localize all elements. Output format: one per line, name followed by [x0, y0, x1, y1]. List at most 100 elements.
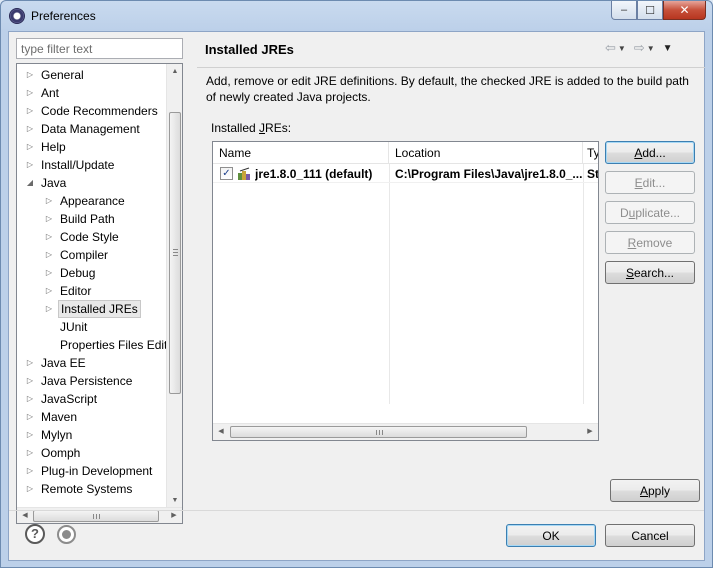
tree-expander-icon[interactable]: ◢	[25, 174, 35, 192]
tree-expander-icon[interactable]: ▷	[25, 426, 35, 444]
tree-expander-icon[interactable]: ▷	[25, 102, 35, 120]
preference-tree[interactable]: ▷ General ▷ Ant ▷ Code Recommenders ▷ Data Mana…	[16, 63, 183, 524]
tree-item[interactable]: ▷ Installed JREs	[17, 300, 168, 318]
search-jre-button[interactable]: Search...	[605, 261, 695, 284]
tree-expander-icon[interactable]: ▷	[25, 354, 35, 372]
tree-item[interactable]: ▷ Maven	[17, 408, 168, 426]
tree-item-label: Data Management	[41, 122, 140, 136]
tree-item[interactable]: ▷ JavaScript	[17, 390, 168, 408]
close-button[interactable]: ✕	[663, 1, 706, 20]
page-navigation: ⇦ ▼ ⇨ ▼ ▼	[605, 40, 673, 56]
tree-vertical-scroll-thumb[interactable]	[169, 112, 181, 394]
column-header-location[interactable]: Location	[389, 142, 583, 164]
tree-item[interactable]: ▷ Install/Update	[17, 156, 168, 174]
apply-button[interactable]: Apply	[610, 479, 700, 502]
tree-item[interactable]: ▷ Data Management	[17, 120, 168, 138]
tree-expander-icon[interactable]: ▷	[25, 462, 35, 480]
tree-item[interactable]: ▷ Build Path	[17, 210, 168, 228]
duplicate-jre-button[interactable]: Duplicate...	[605, 201, 695, 224]
tree-expander-icon[interactable]: ▷	[44, 210, 54, 228]
tree-item-label: Compiler	[60, 248, 109, 262]
tree-item[interactable]: ▷ Compiler	[17, 246, 168, 264]
forward-arrow-icon[interactable]: ⇨	[634, 40, 645, 56]
tree-item-label: General	[41, 68, 84, 82]
cancel-button[interactable]: Cancel	[605, 524, 695, 547]
view-menu-icon[interactable]: ▼	[663, 43, 673, 54]
grip-line	[376, 430, 377, 435]
tree-item-label: Appearance	[60, 194, 125, 208]
back-arrow-icon[interactable]: ⇦	[605, 40, 616, 56]
tree-item[interactable]: ▷ Code Recommenders	[17, 102, 168, 120]
tree-item[interactable]: Properties Files Editor	[17, 336, 168, 354]
edit-jre-button-label-post: dit...	[642, 176, 666, 190]
tree-item[interactable]: ▷ Oomph	[17, 444, 168, 462]
duplicate-jre-button-label-post: plicate...	[635, 206, 681, 220]
add-jre-button[interactable]: Add...	[605, 141, 695, 164]
tree-expander-icon[interactable]: ▷	[44, 246, 54, 264]
tree-item-label: Editor	[60, 284, 92, 298]
tree-expander-icon[interactable]: ▷	[44, 282, 54, 300]
tree-horizontal-scroll-thumb[interactable]	[33, 510, 159, 522]
tree-expander-icon[interactable]: ▷	[25, 444, 35, 462]
window-title: Preferences	[31, 9, 96, 23]
column-header-type[interactable]: Ty	[583, 142, 598, 164]
back-history-dropdown-icon[interactable]: ▼	[618, 44, 626, 53]
remove-jre-button[interactable]: Remove	[605, 231, 695, 254]
tree-item[interactable]: ▷ Plug-in Development	[17, 462, 168, 480]
column-gridline	[389, 164, 390, 404]
tree-expander-icon[interactable]: ▷	[44, 192, 54, 210]
tree-item-label: Installed JREs	[58, 300, 141, 318]
tree-expander-icon[interactable]: ▷	[44, 264, 54, 282]
tree-expander-icon[interactable]: ▷	[44, 300, 54, 318]
edit-jre-button[interactable]: Edit...	[605, 171, 695, 194]
tree-item[interactable]: ▷ Remote Systems	[17, 480, 168, 498]
record-icon[interactable]	[57, 525, 76, 544]
scroll-right-icon[interactable]: ▶	[582, 424, 598, 440]
minimize-button[interactable]: –	[611, 1, 637, 20]
tree-expander-icon[interactable]: ▷	[25, 138, 35, 156]
tree-item[interactable]: ▷ Ant	[17, 84, 168, 102]
tree-item-label: Properties Files Editor	[60, 338, 168, 352]
tree-expander-icon[interactable]: ▷	[25, 480, 35, 498]
tree-vertical-scrollbar[interactable]: ▲ ▼	[166, 64, 182, 509]
installed-jres-table[interactable]: Name Location Ty ✓ jre1.8.0_111 (default…	[212, 141, 599, 441]
grip-line	[173, 249, 178, 250]
tree-expander-icon[interactable]: ▷	[44, 228, 54, 246]
tree-item[interactable]: ▷ General	[17, 66, 168, 84]
pane-splitter[interactable]	[187, 32, 190, 527]
tree-item[interactable]: ▷ Code Style	[17, 228, 168, 246]
ok-button[interactable]: OK	[506, 524, 596, 547]
tree-expander-icon[interactable]: ▷	[25, 156, 35, 174]
tree-expander-icon[interactable]	[44, 318, 54, 336]
scroll-left-icon[interactable]: ◀	[213, 424, 229, 440]
tree-item[interactable]: ▷ Mylyn	[17, 426, 168, 444]
tree-expander-icon[interactable]: ▷	[25, 390, 35, 408]
tree-item[interactable]: JUnit	[17, 318, 168, 336]
tree-expander-icon[interactable]: ▷	[25, 372, 35, 390]
tree-expander-icon[interactable]: ▷	[25, 120, 35, 138]
forward-history-dropdown-icon[interactable]: ▼	[647, 44, 655, 53]
tree-expander-icon[interactable]: ▷	[25, 84, 35, 102]
grip-line	[93, 514, 94, 519]
maximize-button[interactable]: ☐	[637, 1, 663, 20]
tree-item[interactable]: ▷ Java EE	[17, 354, 168, 372]
table-horizontal-scrollbar[interactable]: ◀ ▶	[213, 423, 598, 440]
tree-item[interactable]: ▷ Java Persistence	[17, 372, 168, 390]
tree-item[interactable]: ▷ Appearance	[17, 192, 168, 210]
tree-item[interactable]: ◢ Java	[17, 174, 168, 192]
column-header-name[interactable]: Name	[213, 142, 389, 164]
tree-item[interactable]: ▷ Help	[17, 138, 168, 156]
table-horizontal-scroll-thumb[interactable]	[230, 426, 527, 438]
tree-expander-icon[interactable]: ▷	[25, 408, 35, 426]
scroll-up-icon[interactable]: ▲	[167, 64, 182, 80]
jre-default-checkbox[interactable]: ✓	[220, 167, 233, 180]
tree-expander-icon[interactable]	[44, 336, 54, 354]
jre-name-cell: jre1.8.0_111 (default)	[255, 167, 373, 181]
filter-input[interactable]	[16, 38, 183, 59]
tree-item[interactable]: ▷ Debug	[17, 264, 168, 282]
help-icon[interactable]: ?	[25, 524, 45, 544]
tree-expander-icon[interactable]: ▷	[25, 66, 35, 84]
title-bar[interactable]: Preferences – ☐ ✕	[1, 1, 712, 31]
tree-item[interactable]: ▷ Editor	[17, 282, 168, 300]
table-row[interactable]: ✓ jre1.8.0_111 (default) C:\Program File…	[213, 165, 598, 183]
